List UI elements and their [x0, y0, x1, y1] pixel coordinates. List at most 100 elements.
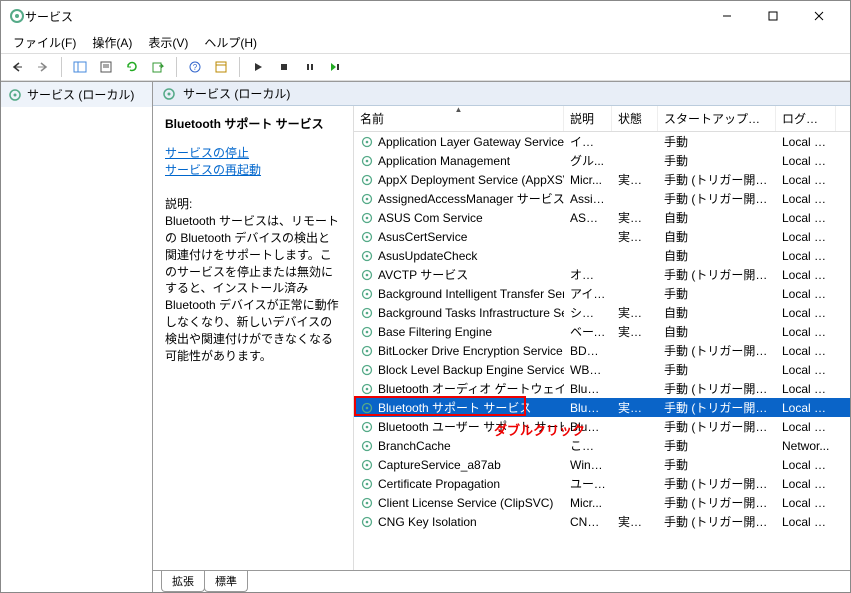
pane-body: Bluetooth サポート サービス サービスの停止 サービスの再起動 説明:… — [153, 106, 850, 570]
start-service-button[interactable] — [246, 56, 270, 78]
service-list[interactable]: 名前▲ 説明 状態 スタートアップの種類 ログオン Application La… — [353, 106, 850, 570]
service-status: 実行中 — [612, 513, 658, 530]
service-row[interactable]: BitLocker Drive Encryption ServiceBDES..… — [354, 341, 850, 360]
service-row[interactable]: AssignedAccessManager サービスAssig...手動 (トリ… — [354, 189, 850, 208]
description-text: Bluetooth サービスは、リモートの Bluetooth デバイスの検出と… — [165, 213, 341, 364]
description-label: 説明: — [165, 196, 341, 213]
service-startup: 手動 (トリガー開始) — [658, 342, 776, 359]
service-row[interactable]: Block Level Backup Engine ServiceWBE...手… — [354, 360, 850, 379]
service-name: AsusCertService — [378, 230, 467, 244]
minimize-button[interactable] — [704, 1, 750, 31]
service-row[interactable]: CaptureService_a87abWind...手動Local S... — [354, 455, 850, 474]
prop-sheet-button[interactable] — [209, 56, 233, 78]
service-logon: Local S... — [776, 420, 836, 434]
export-button[interactable] — [146, 56, 170, 78]
service-startup: 手動 (トリガー開始) — [658, 475, 776, 492]
service-startup: 自動 — [658, 323, 776, 340]
service-logon: Local S... — [776, 230, 836, 244]
service-logon: Local S... — [776, 477, 836, 491]
service-row[interactable]: ASUS Com ServiceASUS...実行中自動Local S... — [354, 208, 850, 227]
tab-extended[interactable]: 拡張 — [161, 571, 205, 592]
service-status: 実行中 — [612, 399, 658, 416]
menu-view[interactable]: 表示(V) — [142, 32, 194, 53]
properties-button[interactable] — [94, 56, 118, 78]
col-logon[interactable]: ログオン — [776, 106, 836, 131]
service-logon: Networ... — [776, 439, 836, 453]
service-row[interactable]: Base Filtering Engineベース...実行中自動Local S.… — [354, 322, 850, 341]
menu-action[interactable]: 操作(A) — [86, 32, 138, 53]
service-name: Application Layer Gateway Service — [378, 135, 564, 149]
service-logon: Local S... — [776, 382, 836, 396]
service-desc: Bluet... — [564, 420, 612, 434]
service-logon: Local S... — [776, 135, 836, 149]
service-startup: 手動 (トリガー開始) — [658, 171, 776, 188]
restart-service-button[interactable] — [324, 56, 348, 78]
service-row[interactable]: Bluetooth サポート サービスBluet...実行中手動 (トリガー開始… — [354, 398, 850, 417]
main-area: サービス (ローカル) サービス (ローカル) Bluetooth サポート サ… — [1, 81, 850, 592]
column-headers: 名前▲ 説明 状態 スタートアップの種類 ログオン — [354, 106, 850, 132]
stop-service-button[interactable] — [272, 56, 296, 78]
service-startup: 手動 (トリガー開始) — [658, 513, 776, 530]
service-startup: 手動 (トリガー開始) — [658, 190, 776, 207]
refresh-button[interactable] — [120, 56, 144, 78]
pane-header-title: サービス (ローカル) — [183, 85, 290, 102]
service-name: Background Tasks Infrastructure Ser... — [378, 306, 564, 320]
service-row[interactable]: Application Layer Gateway Serviceインタ...手… — [354, 132, 850, 151]
service-logon: Local S... — [776, 268, 836, 282]
show-hide-tree-button[interactable] — [68, 56, 92, 78]
service-desc: Micr... — [564, 173, 612, 187]
service-row[interactable]: Certificate Propagationユーザ...手動 (トリガー開始)… — [354, 474, 850, 493]
service-desc: BDES... — [564, 344, 612, 358]
service-name: Block Level Backup Engine Service — [378, 363, 564, 377]
right-pane: サービス (ローカル) Bluetooth サポート サービス サービスの停止 … — [153, 82, 850, 592]
service-name: BitLocker Drive Encryption Service — [378, 344, 563, 358]
service-row[interactable]: AppX Deployment Service (AppXSVC)Micr...… — [354, 170, 850, 189]
col-description[interactable]: 説明 — [564, 106, 612, 131]
forward-button[interactable] — [31, 56, 55, 78]
back-button[interactable] — [5, 56, 29, 78]
tab-standard[interactable]: 標準 — [204, 571, 248, 592]
tree-root-node[interactable]: サービス (ローカル) — [1, 82, 152, 107]
col-startup[interactable]: スタートアップの種類 — [658, 106, 776, 131]
service-name: Background Intelligent Transfer Ser... — [378, 287, 564, 301]
service-desc: WBE... — [564, 363, 612, 377]
service-row[interactable]: Background Tasks Infrastructure Ser...シス… — [354, 303, 850, 322]
service-desc: ベース... — [564, 323, 612, 340]
col-status[interactable]: 状態 — [612, 106, 658, 131]
app-icon — [9, 8, 25, 24]
menu-help[interactable]: ヘルプ(H) — [198, 32, 263, 53]
service-name: Base Filtering Engine — [378, 325, 492, 339]
service-status: 実行中 — [612, 171, 658, 188]
col-name[interactable]: 名前▲ — [354, 106, 564, 131]
menu-file[interactable]: ファイル(F) — [7, 32, 82, 53]
tree-root-label: サービス (ローカル) — [27, 86, 134, 103]
service-desc: CNG ... — [564, 515, 612, 529]
service-row[interactable]: Application Managementグル...手動Local S... — [354, 151, 850, 170]
pause-service-button[interactable] — [298, 56, 322, 78]
service-status: 実行中 — [612, 228, 658, 245]
service-row[interactable]: Bluetooth ユーザー サポート サービス_a8...Bluet...手動… — [354, 417, 850, 436]
service-desc: Assig... — [564, 192, 612, 206]
service-row[interactable]: AsusCertService実行中自動Local S... — [354, 227, 850, 246]
service-row[interactable]: AVCTP サービスオーデ...手動 (トリガー開始)Local S... — [354, 265, 850, 284]
service-row[interactable]: AsusUpdateCheck自動Local S... — [354, 246, 850, 265]
service-startup: 手動 (トリガー開始) — [658, 399, 776, 416]
services-icon — [161, 86, 177, 102]
service-row[interactable]: CNG Key IsolationCNG ...実行中手動 (トリガー開始)Lo… — [354, 512, 850, 531]
window-title: サービス — [25, 8, 704, 25]
service-row[interactable]: Background Intelligent Transfer Ser...アイ… — [354, 284, 850, 303]
service-logon: Local S... — [776, 496, 836, 510]
stop-service-link[interactable]: サービスの停止 — [165, 145, 341, 162]
service-row[interactable]: BranchCacheこのサ...手動Networ... — [354, 436, 850, 455]
toolbar-separator — [61, 57, 62, 77]
service-row[interactable]: Client License Service (ClipSVC)Micr...手… — [354, 493, 850, 512]
service-desc: インタ... — [564, 133, 612, 150]
service-logon: Local S... — [776, 173, 836, 187]
restart-service-link[interactable]: サービスの再起動 — [165, 162, 341, 179]
close-button[interactable] — [796, 1, 842, 31]
service-row[interactable]: Bluetooth オーディオ ゲートウェイ サービスBluet...手動 (ト… — [354, 379, 850, 398]
maximize-button[interactable] — [750, 1, 796, 31]
service-desc: Bluet... — [564, 401, 612, 415]
service-rows: Application Layer Gateway Serviceインタ... 手… — [354, 132, 850, 531]
help-button[interactable]: ? — [183, 56, 207, 78]
